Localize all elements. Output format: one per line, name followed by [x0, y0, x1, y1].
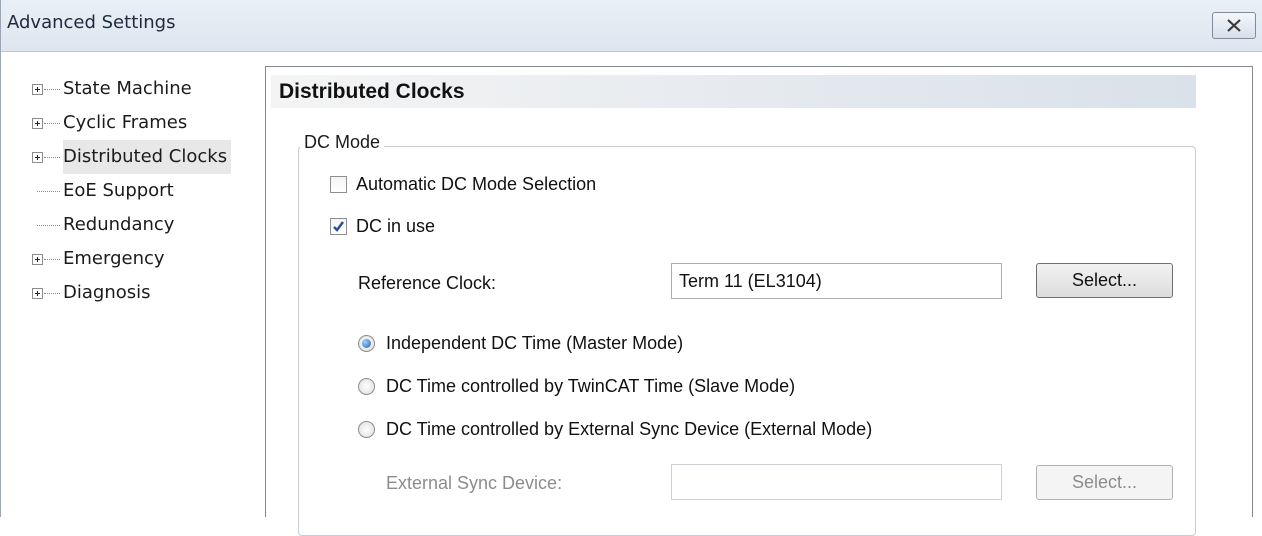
- close-x-icon: [1227, 19, 1241, 32]
- tree-item-cyclic-frames[interactable]: Cyclic Frames: [25, 106, 255, 140]
- automatic-dc-mode-label[interactable]: Automatic DC Mode Selection: [356, 174, 596, 195]
- title-bar: Advanced Settings: [1, 0, 1262, 52]
- expand-plus-icon[interactable]: [32, 152, 43, 163]
- tree-item-state-machine[interactable]: State Machine: [25, 72, 255, 106]
- tree-connector: [37, 225, 60, 227]
- tree-item-label: State Machine: [63, 78, 192, 99]
- window-title: Advanced Settings: [7, 12, 176, 33]
- automatic-dc-mode-checkbox[interactable]: [330, 176, 347, 193]
- external-sync-device-field: [671, 464, 1002, 500]
- expand-plus-icon[interactable]: [32, 288, 43, 299]
- twincat-time-radio[interactable]: [358, 378, 375, 395]
- expand-plus-icon[interactable]: [32, 118, 43, 129]
- tree-connector: [44, 293, 60, 295]
- dc-in-use-checkbox[interactable]: [330, 218, 347, 235]
- independent-dc-time-label[interactable]: Independent DC Time (Master Mode): [386, 333, 683, 354]
- expand-plus-icon[interactable]: [32, 254, 43, 265]
- advanced-settings-window: Advanced Settings State Machine Cyclic F…: [0, 0, 1262, 536]
- tree-item-distributed-clocks[interactable]: Distributed Clocks: [25, 140, 255, 174]
- dc-mode-group-title: DC Mode: [300, 132, 385, 153]
- reference-clock-label: Reference Clock:: [358, 273, 497, 293]
- tree-connector: [44, 259, 60, 261]
- external-sync-select-button: Select...: [1036, 465, 1173, 500]
- external-sync-device-label: External Sync Device:: [386, 473, 563, 493]
- expand-plus-icon[interactable]: [32, 84, 43, 95]
- tree-connector: [44, 89, 60, 91]
- tree-connector: [37, 191, 60, 193]
- tree-item-diagnosis[interactable]: Diagnosis: [25, 276, 255, 310]
- tree-connector: [44, 123, 60, 125]
- tree-item-label: Redundancy: [63, 214, 175, 235]
- independent-dc-time-radio[interactable]: [358, 335, 375, 352]
- panel-header: Distributed Clocks: [271, 75, 1196, 108]
- reference-clock-field[interactable]: Term 11 (EL3104): [671, 263, 1002, 299]
- tree-item-redundancy[interactable]: Redundancy: [25, 208, 255, 242]
- tree-connector: [44, 157, 60, 159]
- tree-item-label: Distributed Clocks: [63, 140, 232, 174]
- close-button[interactable]: [1212, 12, 1256, 39]
- tree-item-label: Cyclic Frames: [63, 112, 188, 133]
- external-sync-label[interactable]: DC Time controlled by External Sync Devi…: [386, 419, 872, 440]
- dc-in-use-label[interactable]: DC in use: [356, 216, 435, 237]
- tree-item-label: Emergency: [63, 248, 165, 269]
- twincat-time-label[interactable]: DC Time controlled by TwinCAT Time (Slav…: [386, 376, 795, 397]
- tree-item-emergency[interactable]: Emergency: [25, 242, 255, 276]
- tree-item-eoe-support[interactable]: EoE Support: [25, 174, 255, 208]
- reference-clock-select-button[interactable]: Select...: [1036, 263, 1173, 298]
- tree-item-label: EoE Support: [63, 180, 174, 201]
- settings-tree: State Machine Cyclic Frames Distributed …: [25, 72, 255, 310]
- external-sync-radio[interactable]: [358, 421, 375, 438]
- tree-item-label: Diagnosis: [63, 282, 151, 303]
- panel-title: Distributed Clocks: [279, 80, 465, 103]
- checkmark-icon: [333, 221, 344, 232]
